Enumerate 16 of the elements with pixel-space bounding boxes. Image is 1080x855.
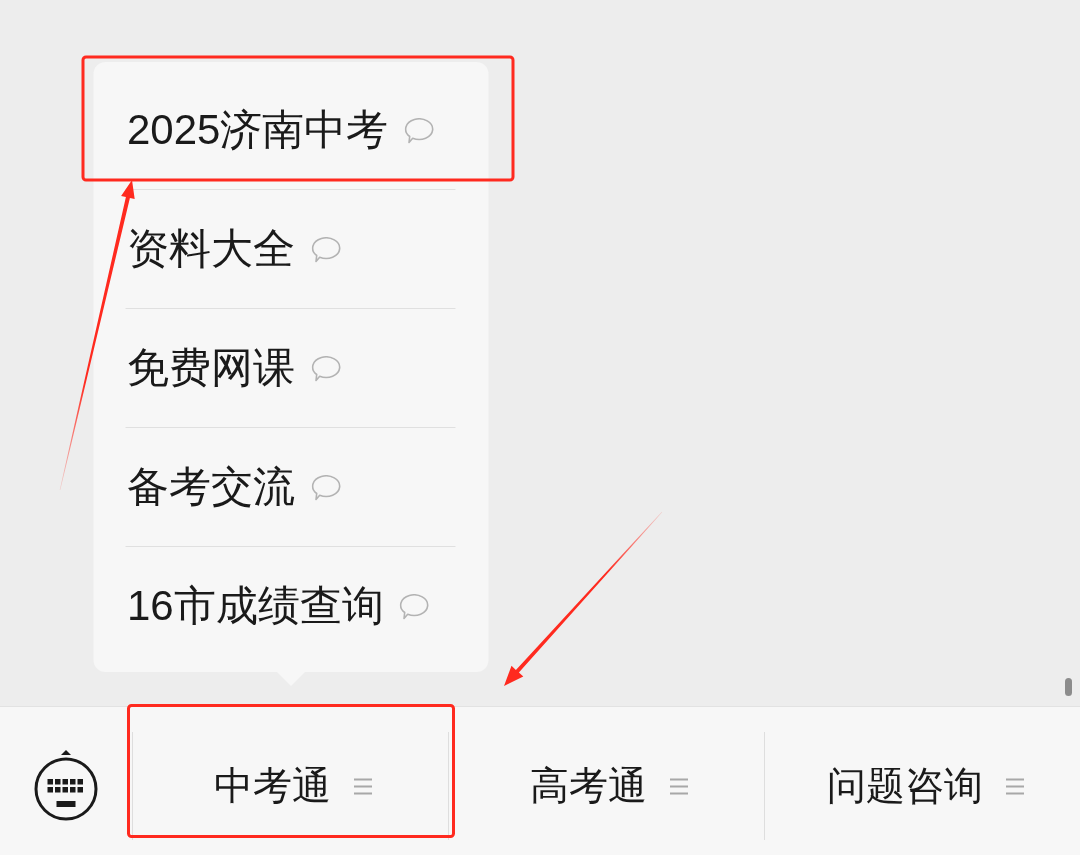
menu-item[interactable]: 备考交流 [125,427,455,546]
menu-item[interactable]: 2025济南中考 [125,70,455,189]
menu-item[interactable]: 16市成绩查询 [125,546,455,665]
tab-button[interactable]: 高考通 [449,732,764,840]
menu-icon [353,777,373,795]
speech-bubble-icon [311,475,341,501]
speech-bubble-icon [311,356,341,382]
speech-bubble-icon [404,117,435,144]
scrollbar-thumb[interactable] [1065,678,1072,696]
tab-button[interactable]: 问题咨询 [765,732,1080,840]
menu-icon [669,777,689,795]
speech-bubble-icon [311,237,341,263]
tab-button[interactable]: 中考通 [133,732,448,840]
speech-bubble-icon [399,594,430,620]
menu-icon [1004,777,1025,795]
menu-item[interactable]: 免费网课 [125,308,455,427]
